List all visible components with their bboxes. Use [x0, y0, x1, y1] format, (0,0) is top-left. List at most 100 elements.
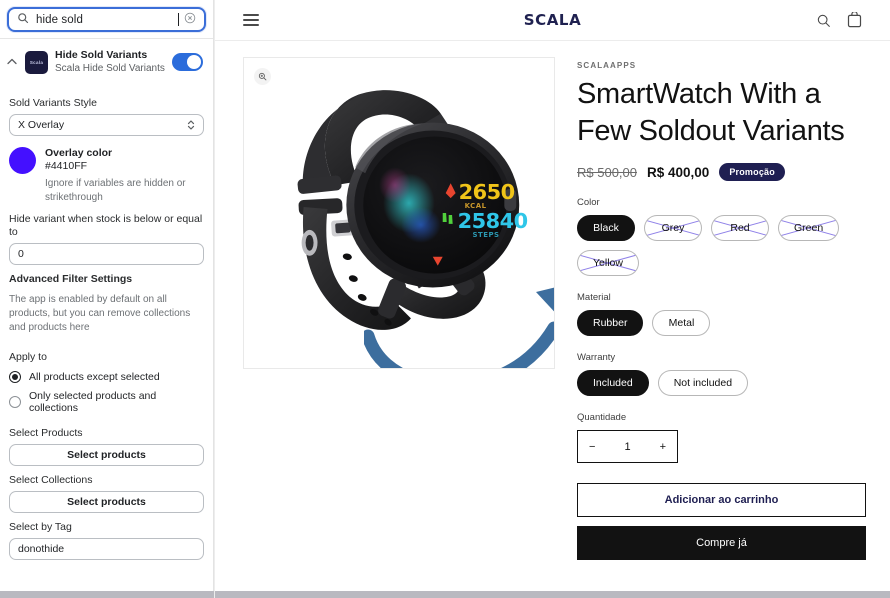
stock-threshold-value: 0 — [18, 248, 24, 260]
app-subtitle: Scala Hide Sold Variants — [55, 63, 165, 74]
quantity-label: Quantidade — [577, 412, 627, 423]
store-preview: SCALA 2650 KCAL 25840 STEPS SCALAAPPS Sm… — [214, 0, 890, 598]
price-current: R$ 400,00 — [647, 164, 710, 180]
search-icon[interactable] — [816, 13, 831, 28]
variant-option-red[interactable]: Red — [711, 215, 769, 241]
radio-icon-unselected — [9, 396, 21, 408]
sold-variants-style-label: Sold Variants Style — [9, 97, 97, 109]
price-compare-at: R$ 500,00 — [577, 164, 637, 180]
select-by-tag-value: donothide — [18, 543, 65, 555]
settings-sidebar: hide sold Scala Hide Sold Variants Scala… — [0, 0, 214, 598]
option-values-warranty: Included Not included — [577, 370, 866, 396]
svg-text:STEPS: STEPS — [473, 231, 500, 239]
variant-label: Rubber — [593, 317, 628, 329]
header-icons — [816, 12, 862, 28]
search-area: hide sold — [0, 0, 213, 38]
overlay-color-note: Ignore if variables are hidden or strike… — [45, 178, 186, 203]
variant-option-rubber[interactable]: Rubber — [577, 310, 644, 336]
variant-option-green[interactable]: Green — [778, 215, 840, 241]
variant-option-black[interactable]: Black — [577, 215, 635, 241]
product-image[interactable]: 2650 KCAL 25840 STEPS — [243, 57, 555, 369]
select-by-tag-label: Select by Tag — [9, 521, 72, 533]
overlay-color-name: Overlay color — [45, 147, 113, 159]
overlay-color-swatch[interactable] — [9, 147, 36, 174]
buy-now-button[interactable]: Compre já — [577, 526, 866, 560]
variant-label: Yellow — [593, 257, 623, 269]
quantity-decrease-button[interactable]: − — [589, 441, 595, 453]
product-vendor: SCALAAPPS — [577, 61, 637, 70]
quantity-stepper[interactable]: − 1 + — [577, 430, 678, 463]
stock-threshold-label: Hide variant when stock is below or equa… — [9, 213, 203, 238]
radio-label: Only selected products and collections — [29, 390, 157, 414]
app-logo-icon: Scala — [25, 50, 48, 74]
preview-bottom-bar — [215, 591, 890, 598]
select-collections-button[interactable]: Select products — [9, 491, 204, 513]
variant-option-grey[interactable]: Grey — [644, 215, 702, 241]
variant-label: Not included — [673, 377, 733, 389]
search-icon — [17, 11, 29, 29]
shopping-bag-icon[interactable] — [847, 12, 862, 28]
cta-buttons: Adicionar ao carrinho Compre já — [577, 483, 866, 560]
sold-variants-style-select[interactable]: X Overlay — [9, 114, 204, 136]
clear-circle-icon[interactable] — [184, 11, 196, 29]
overlay-color-row[interactable]: Overlay color #4410FF Ignore if variable… — [9, 147, 204, 205]
variant-label: Grey — [661, 222, 685, 234]
option-values-color: Black Grey Red Green Yellow — [577, 215, 866, 276]
advanced-filter-paragraph: The app is enabled by default on all pro… — [9, 294, 191, 333]
app-header-row[interactable]: Scala Hide Sold Variants Scala Hide Sold… — [0, 39, 213, 85]
store-brand-logo: SCALA — [523, 11, 582, 29]
app-enable-toggle[interactable] — [172, 53, 203, 71]
product-info: SCALAAPPS SmartWatch With a Few Soldout … — [577, 57, 866, 598]
overlay-color-info: Overlay color #4410FF Ignore if variable… — [45, 147, 204, 205]
app-root: hide sold Scala Hide Sold Variants Scala… — [0, 0, 890, 598]
store-body: 2650 KCAL 25840 STEPS SCALAAPPS SmartWat… — [215, 41, 890, 598]
variant-label: Red — [730, 222, 750, 234]
buy-now-label: Compre já — [696, 537, 747, 549]
app-title: Hide Sold Variants — [55, 49, 148, 61]
select-products-button[interactable]: Select products — [9, 444, 204, 466]
zoom-in-icon[interactable] — [254, 68, 271, 85]
app-meta: Hide Sold Variants Scala Hide Sold Varia… — [55, 49, 165, 75]
sale-badge: Promoção — [719, 163, 785, 181]
price-row: R$ 500,00 R$ 400,00 Promoção — [577, 163, 866, 181]
select-collections-button-label: Select products — [67, 496, 146, 508]
store-header: SCALA — [215, 0, 890, 41]
smartwatch-illustration: 2650 KCAL 25840 STEPS — [297, 90, 528, 330]
option-values-material: Rubber Metal — [577, 310, 866, 336]
svg-text:25840: 25840 — [458, 209, 528, 233]
variant-option-included[interactable]: Included — [577, 370, 649, 396]
variant-label: Metal — [668, 317, 695, 329]
chevron-updown-icon — [187, 119, 195, 131]
sidebar-settings-body: Sold Variants Style X Overlay Overlay co… — [0, 85, 213, 568]
variant-option-yellow[interactable]: Yellow — [577, 250, 639, 276]
quantity-increase-button[interactable]: + — [660, 441, 666, 453]
radio-only-selected-products[interactable]: Only selected products and collections — [9, 390, 204, 414]
select-products-label: Select Products — [9, 427, 83, 439]
option-label-warranty: Warranty — [577, 352, 616, 363]
option-label-color: Color — [577, 197, 600, 208]
variant-option-not-included[interactable]: Not included — [657, 370, 749, 396]
stock-threshold-input[interactable]: 0 — [9, 243, 204, 265]
radio-all-products-except-selected[interactable]: All products except selected — [9, 371, 204, 383]
variant-label: Green — [794, 222, 824, 234]
select-by-tag-input[interactable]: donothide — [9, 538, 204, 560]
chevron-up-icon[interactable] — [6, 58, 18, 67]
product-title: SmartWatch With a Few Soldout Variants — [577, 78, 845, 147]
select-products-button-label: Select products — [67, 449, 146, 461]
apply-to-label: Apply to — [9, 351, 47, 363]
radio-label: All products except selected — [29, 371, 160, 383]
hamburger-menu-icon[interactable] — [243, 14, 259, 26]
sold-variants-style-value: X Overlay — [18, 119, 65, 131]
search-input[interactable]: hide sold — [7, 7, 206, 32]
product-gallery: 2650 KCAL 25840 STEPS — [243, 57, 555, 598]
radio-icon-selected — [9, 371, 21, 383]
variant-label: Included — [593, 377, 633, 389]
advanced-filter-heading: Advanced Filter Settings — [9, 273, 133, 285]
sidebar-bottom-bar — [0, 591, 214, 598]
variant-label: Black — [593, 222, 619, 234]
add-to-cart-button[interactable]: Adicionar ao carrinho — [577, 483, 866, 517]
variant-option-metal[interactable]: Metal — [652, 310, 711, 336]
app-logo-text: Scala — [29, 59, 44, 65]
search-input-value: hide sold — [36, 12, 179, 26]
select-collections-label: Select Collections — [9, 474, 93, 486]
